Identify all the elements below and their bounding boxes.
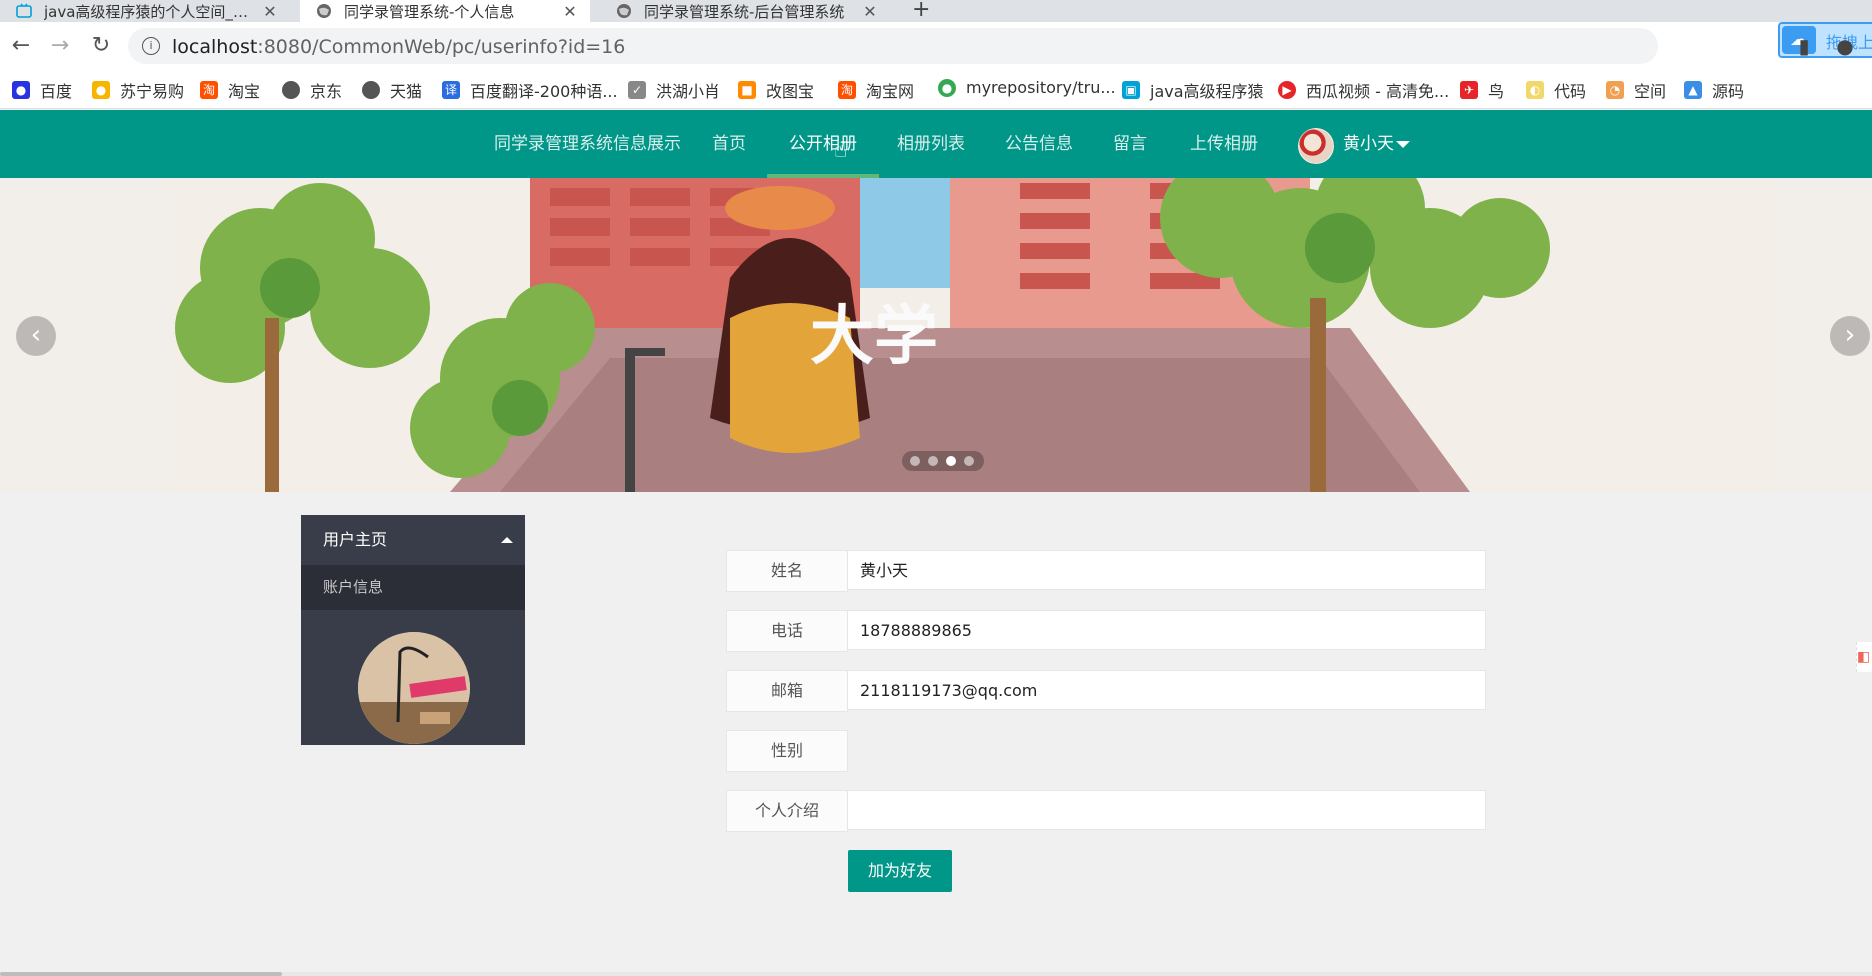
carousel-dot[interactable] (910, 456, 920, 466)
new-tab-icon[interactable]: + (912, 0, 930, 22)
bookmark-item[interactable]: ▣ java高级程序猿 (1122, 78, 1264, 102)
bookmark-item[interactable]: ● myrepository/tru... (938, 78, 1116, 97)
form-row-phone: 电话 18788889865 (726, 610, 1486, 652)
form-row-intro: 个人介绍 (726, 790, 1486, 832)
browser-tabbar: java高级程序猿的个人空间_哔哩哔哩 ✕ 同学录管理系统-个人信息 ✕ 同学录… (0, 0, 1872, 22)
bookmark-item[interactable]: ● 百度 (12, 78, 72, 102)
bookmark-item[interactable]: ✈ 鸟 (1460, 78, 1504, 102)
nav-notices[interactable]: 公告信息 (1005, 110, 1073, 178)
chevron-right-icon[interactable]: › (1830, 316, 1870, 356)
chevron-down-icon[interactable] (1396, 141, 1410, 148)
browser-tab[interactable]: java高级程序猿的个人空间_哔哩哔哩 ✕ (0, 0, 290, 22)
intro-field[interactable] (847, 790, 1486, 830)
bookmark-item[interactable]: ■ 改图宝 (738, 78, 814, 102)
bilibili-icon (16, 3, 32, 19)
gender-label: 性别 (726, 730, 848, 772)
docker-icon: ▲ (1684, 81, 1702, 99)
bookmark-item[interactable]: 京东 (282, 78, 342, 102)
bilibili-icon: ▣ (1122, 81, 1140, 99)
forward-icon[interactable]: → (47, 33, 73, 59)
globe-icon (316, 3, 332, 19)
avatar (358, 632, 470, 744)
bookmark-item[interactable]: ● 苏宁易购 (92, 78, 184, 102)
chrome-icon: ● (938, 78, 956, 97)
carousel-indicators (902, 451, 984, 471)
intro-label: 个人介绍 (726, 790, 848, 832)
tab-title: java高级程序猿的个人空间_哔哩哔哩 (44, 2, 260, 21)
reload-icon[interactable]: ↻ (88, 33, 114, 59)
translate-icon: 译 (442, 81, 460, 99)
bookmark-item[interactable]: ◔ 空间 (1606, 78, 1666, 102)
banner-text: 大学 (810, 300, 938, 374)
back-icon[interactable]: ← (8, 33, 34, 59)
banner-carousel: 大学 ‹ › (0, 178, 1872, 492)
info-icon[interactable]: i (142, 37, 160, 55)
phone-field[interactable]: 18788889865 (847, 610, 1486, 650)
bookmark-item[interactable]: ▶ 西瓜视频 - 高清免... (1278, 78, 1449, 102)
nav-upload-album[interactable]: 上传相册 (1190, 110, 1258, 178)
nav-brand[interactable]: 同学录管理系统信息展示 (494, 110, 681, 178)
taobao-icon: 淘 (838, 81, 856, 99)
bird-icon: ✓ (628, 81, 646, 99)
browser-tab-active[interactable]: 同学录管理系统-个人信息 ✕ (300, 0, 590, 22)
xigua-icon: ▶ (1278, 81, 1296, 99)
bird-icon: ✈ (1460, 81, 1478, 99)
bookmarks-bar: ● 百度 ● 苏宁易购 淘淘宝 京东 天猫 译百度翻译-200种语... ✓ 洪湖小肖… (0, 70, 1872, 109)
bookmark-item[interactable]: 淘淘宝 (200, 78, 260, 102)
baidu-icon: ● (12, 81, 30, 99)
floating-tab-icon[interactable]: ◧ (1856, 642, 1872, 672)
name-field[interactable]: 黄小天 (847, 550, 1486, 590)
close-icon[interactable]: ✕ (560, 2, 580, 21)
browser-toolbar: ← → ↻ i localhost:8080/CommonWeb/pc/user… (0, 22, 1872, 70)
bookmark-item[interactable]: ◐ 代码 (1526, 78, 1586, 102)
bookmark-item[interactable]: 淘淘宝网 (838, 78, 914, 102)
email-field[interactable]: 2118119173@qq.com (847, 670, 1486, 710)
space-icon: ◔ (1606, 81, 1624, 99)
name-label: 姓名 (726, 550, 848, 592)
hand-cursor-icon: ☝ (834, 138, 848, 163)
globe-icon (616, 3, 632, 19)
url-text[interactable]: localhost:8080/CommonWeb/pc/userinfo?id=… (172, 36, 625, 58)
nav-home[interactable]: 首页 (712, 110, 746, 178)
form-row-email: 邮箱 2118119173@qq.com (726, 670, 1486, 712)
form-row-name: 姓名 黄小天 (726, 550, 1486, 592)
bookmark-item[interactable]: ▲ 源码 (1684, 78, 1744, 102)
close-icon[interactable]: ✕ (860, 2, 880, 21)
user-menu[interactable]: 黄小天 (1343, 110, 1394, 178)
scrollbar-thumb[interactable] (0, 972, 282, 976)
user-sidebar: 用户主页 账户信息 (301, 515, 525, 745)
bookmark-item[interactable]: ✓ 洪湖小肖 (628, 78, 720, 102)
avatar[interactable] (1298, 128, 1334, 164)
tab-title: 同学录管理系统-后台管理系统 (644, 2, 845, 21)
globe-icon (362, 81, 380, 99)
gaitubao-icon: ■ (738, 81, 756, 99)
sidebar-header[interactable]: 用户主页 (301, 515, 525, 565)
bookmark-item[interactable]: 天猫 (362, 78, 422, 102)
add-friend-button[interactable]: 加为好友 (848, 850, 952, 892)
sidebar-toggle-icon[interactable]: ▮ (1792, 34, 1816, 58)
tab-title: 同学录管理系统-个人信息 (344, 2, 515, 21)
profile-icon[interactable]: ● (1833, 34, 1857, 58)
taobao-icon: 淘 (200, 81, 218, 99)
sidebar-item-account-info[interactable]: 账户信息 (301, 565, 525, 610)
close-icon[interactable]: ✕ (260, 2, 280, 21)
chevron-up-icon[interactable] (501, 537, 513, 543)
address-bar[interactable]: i localhost:8080/CommonWeb/pc/userinfo?i… (128, 22, 1872, 64)
carousel-dot[interactable] (964, 456, 974, 466)
code-icon: ◐ (1526, 81, 1544, 99)
carousel-dot[interactable] (928, 456, 938, 466)
bookmark-item[interactable]: 译百度翻译-200种语... (442, 78, 618, 102)
nav-messages[interactable]: 留言 (1113, 110, 1147, 178)
chevron-left-icon[interactable]: ‹ (16, 316, 56, 356)
suning-icon: ● (92, 81, 110, 99)
nav-album-list[interactable]: 相册列表 (897, 110, 965, 178)
site-nav: 同学录管理系统信息展示 首页 公开相册 相册列表 公告信息 留言 上传相册 黄小… (0, 110, 1872, 178)
form-row-gender: 性别 (726, 730, 1486, 772)
email-label: 邮箱 (726, 670, 848, 712)
globe-icon (282, 81, 300, 99)
browser-tab[interactable]: 同学录管理系统-后台管理系统 ✕ (600, 0, 890, 22)
phone-label: 电话 (726, 610, 848, 652)
banner-illustration: 大学 (170, 178, 1770, 492)
carousel-dot-active[interactable] (946, 456, 956, 466)
